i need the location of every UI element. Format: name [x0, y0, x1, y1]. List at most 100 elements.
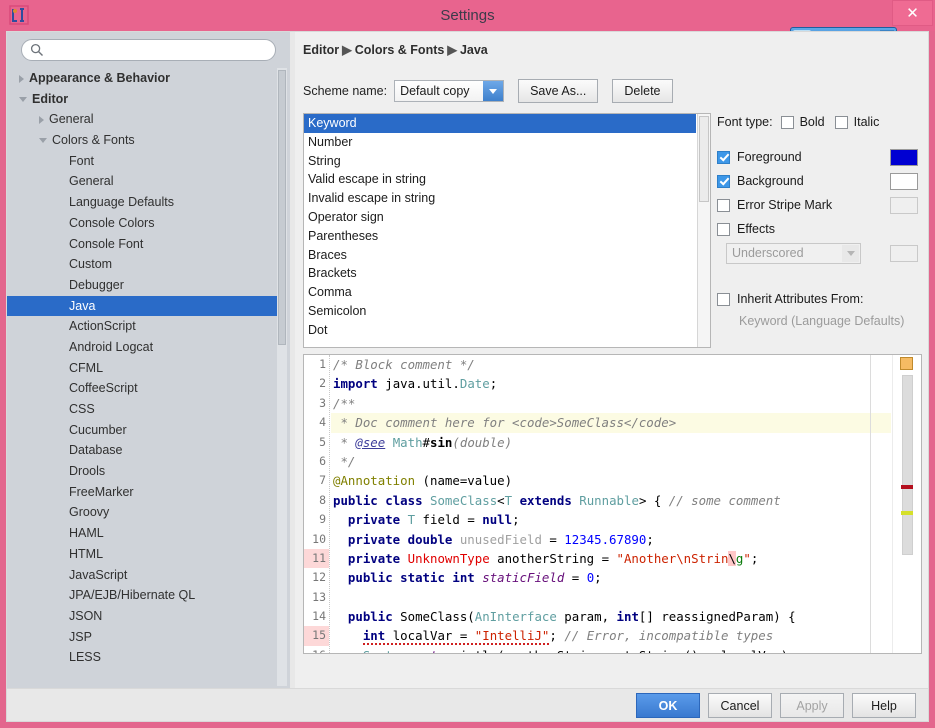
code-preview-scrollbar[interactable]	[892, 355, 920, 653]
sidebar-item-android-logcat[interactable]: Android Logcat	[7, 337, 282, 358]
color-setting-item[interactable]: Parentheses	[304, 227, 696, 246]
line-number: 16	[304, 646, 329, 654]
color-setting-item[interactable]: Braces	[304, 246, 696, 265]
sidebar-item-drools[interactable]: Drools	[7, 461, 282, 482]
error-stripe-marker[interactable]	[901, 485, 913, 489]
sidebar-item-label: JSON	[69, 609, 102, 623]
color-setting-item[interactable]: Comma	[304, 283, 696, 302]
sidebar-item-font[interactable]: Font	[7, 151, 282, 172]
color-setting-item[interactable]: Brackets	[304, 264, 696, 283]
bold-checkbox[interactable]	[781, 116, 794, 129]
color-setting-item[interactable]: Semicolon	[304, 302, 696, 321]
search-input[interactable]	[21, 39, 276, 61]
delete-button[interactable]: Delete	[612, 79, 672, 103]
italic-checkbox[interactable]	[835, 116, 848, 129]
error-stripe-checkbox[interactable]	[717, 199, 730, 212]
cancel-button[interactable]: Cancel	[708, 693, 772, 718]
color-setting-item[interactable]: Keyword	[304, 114, 696, 133]
effects-row: Effects	[717, 217, 922, 241]
apply-button[interactable]: Apply	[780, 693, 844, 718]
error-stripe-label: Error Stripe Mark	[737, 198, 832, 212]
sidebar-item-label: Appearance & Behavior	[29, 71, 170, 85]
color-setting-item[interactable]: Invalid escape in string	[304, 189, 696, 208]
color-setting-item[interactable]: Valid escape in string	[304, 170, 696, 189]
inherit-row: Inherit Attributes From:	[717, 287, 922, 311]
sidebar-item-database[interactable]: Database	[7, 440, 282, 461]
error-stripe-color-swatch[interactable]	[890, 197, 918, 214]
sidebar-item-groovy[interactable]: Groovy	[7, 502, 282, 523]
inherit-attributes-checkbox[interactable]	[717, 293, 730, 306]
code-line: @Annotation (name=value)	[331, 471, 891, 490]
chevron-right-icon[interactable]	[39, 116, 44, 124]
sidebar-item-actionscript[interactable]: ActionScript	[7, 316, 282, 337]
sidebar-item-label: Drools	[69, 464, 105, 478]
color-list-scrollbar-thumb[interactable]	[699, 116, 709, 202]
save-as-button[interactable]: Save As...	[518, 79, 598, 103]
scheme-name-select[interactable]: Default copy	[394, 80, 504, 102]
sidebar-item-coffeescript[interactable]: CoffeeScript	[7, 378, 282, 399]
sidebar-item-css[interactable]: CSS	[7, 399, 282, 420]
foreground-label: Foreground	[737, 150, 802, 164]
sidebar-item-general[interactable]: General	[7, 109, 282, 130]
foreground-color-swatch[interactable]	[890, 149, 918, 166]
sidebar-item-less[interactable]: LESS	[7, 647, 282, 668]
chevron-right-icon[interactable]	[19, 75, 24, 83]
sidebar-item-java[interactable]: Java	[7, 296, 282, 317]
close-icon[interactable]: ✕	[892, 0, 933, 26]
inherit-attributes-label: Inherit Attributes From:	[737, 292, 863, 306]
background-checkbox[interactable]	[717, 175, 730, 188]
chevron-down-icon	[842, 245, 859, 262]
color-setting-item[interactable]: Dot	[304, 321, 696, 340]
sidebar-item-colors-fonts[interactable]: Colors & Fonts	[7, 130, 282, 151]
sidebar-scrollbar-thumb[interactable]	[278, 70, 286, 345]
inspection-status-icon[interactable]	[900, 357, 913, 370]
color-list-scrollbar[interactable]	[697, 114, 710, 347]
sidebar-item-label: FreeMarker	[69, 485, 134, 499]
sidebar-item-console-font[interactable]: Console Font	[7, 234, 282, 255]
help-button[interactable]: Help	[852, 693, 916, 718]
foreground-checkbox[interactable]	[717, 151, 730, 164]
sidebar-item-console-colors[interactable]: Console Colors	[7, 213, 282, 234]
sidebar-scrollbar[interactable]	[277, 68, 287, 686]
effects-select-value: Underscored	[727, 246, 804, 260]
sidebar-item-custom[interactable]: Custom	[7, 254, 282, 275]
line-number: 9	[304, 510, 329, 529]
sidebar-item-language-defaults[interactable]: Language Defaults	[7, 192, 282, 213]
code-area[interactable]: /* Block comment */import java.util.Date…	[331, 355, 891, 653]
effects-select[interactable]: Underscored	[726, 243, 861, 264]
sidebar-item-cfml[interactable]: CFML	[7, 358, 282, 379]
background-color-swatch[interactable]	[890, 173, 918, 190]
sidebar-item-jsp[interactable]: JSP	[7, 627, 282, 648]
sidebar-item-jpa-ejb-hibernate-ql[interactable]: JPA/EJB/Hibernate QL	[7, 585, 282, 606]
sidebar-item-appearance-behavior[interactable]: Appearance & Behavior	[7, 68, 282, 89]
sidebar-item-label: Editor	[32, 92, 68, 106]
sidebar-item-general[interactable]: General	[7, 171, 282, 192]
color-setting-item[interactable]: Number	[304, 133, 696, 152]
color-settings-list[interactable]: KeywordNumberStringValid escape in strin…	[303, 113, 711, 348]
color-setting-item[interactable]: Operator sign	[304, 208, 696, 227]
effects-checkbox[interactable]	[717, 223, 730, 236]
warning-stripe-marker[interactable]	[901, 511, 913, 515]
chevron-down-icon[interactable]	[39, 138, 47, 143]
sidebar-item-json[interactable]: JSON	[7, 606, 282, 627]
code-preview[interactable]: 1234567891011121314151617 /* Block comme…	[303, 354, 922, 654]
line-number-gutter: 1234567891011121314151617	[304, 355, 330, 653]
dialog-footer: OK Cancel Apply Help	[6, 689, 929, 722]
effects-color-swatch[interactable]	[890, 245, 918, 262]
chevron-down-icon[interactable]	[19, 97, 27, 102]
sidebar-item-cucumber[interactable]: Cucumber	[7, 420, 282, 441]
sidebar-item-freemarker[interactable]: FreeMarker	[7, 482, 282, 503]
settings-tree[interactable]: Appearance & BehaviorEditorGeneralColors…	[7, 68, 282, 686]
ok-button[interactable]: OK	[636, 693, 700, 718]
sidebar-item-javascript[interactable]: JavaScript	[7, 565, 282, 586]
line-number: 3	[304, 394, 329, 413]
color-setting-item[interactable]: String	[304, 152, 696, 171]
effects-select-row: Underscored	[717, 241, 922, 265]
sidebar-item-label: General	[69, 174, 113, 188]
settings-window: Settings ✕ 任务提醒 3 Appearance & BehaviorE…	[0, 0, 935, 728]
code-preview-scrollbar-thumb[interactable]	[902, 375, 913, 555]
sidebar-item-html[interactable]: HTML	[7, 544, 282, 565]
sidebar-item-editor[interactable]: Editor	[7, 89, 282, 110]
sidebar-item-haml[interactable]: HAML	[7, 523, 282, 544]
sidebar-item-debugger[interactable]: Debugger	[7, 275, 282, 296]
